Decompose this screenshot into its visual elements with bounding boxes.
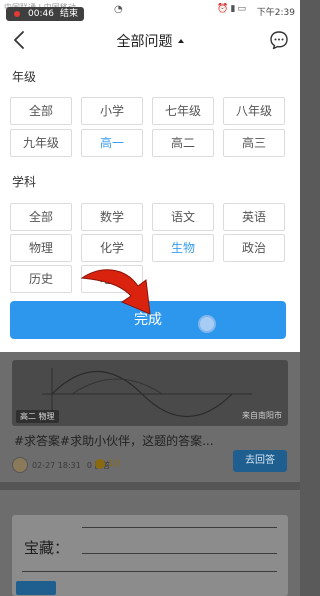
wifi-icon: ◔ <box>114 4 123 15</box>
grade-section-label: 年级 <box>12 70 37 84</box>
question-image-text: 宝藏： <box>24 539 70 557</box>
question-source: 来自南阳市 <box>242 411 282 420</box>
grade-option-grade9[interactable]: 九年级 <box>10 129 72 157</box>
page-title: 全部问题 <box>116 34 173 50</box>
question-title[interactable]: #求答案#求助小伙伴，这题的答案... <box>14 432 214 449</box>
grade-option-senior1[interactable]: 高一 <box>81 129 143 157</box>
grade-option-primary[interactable]: 小学 <box>81 97 143 125</box>
question-image[interactable]: 高二 物理 来自南阳市 <box>12 360 288 426</box>
ruled-line <box>22 571 277 572</box>
message-button[interactable] <box>268 29 290 51</box>
question-tag: 高二 物理 <box>16 410 59 423</box>
question-tag-2 <box>16 581 56 595</box>
recording-dot-icon <box>14 11 20 17</box>
subject-option-biology[interactable]: 生物 <box>152 234 214 262</box>
recording-timer: 00:46 <box>28 9 54 19</box>
status-bar: 中国联通 | 中国移动 00:46 结束 ◔ ⏰▮▭ 下午2:39 <box>0 0 300 22</box>
subject-option-chemistry[interactable]: 化学 <box>81 234 143 262</box>
question-feed: 高二 物理 来自南阳市 #求答案#求助小伙伴，这题的答案... 02-27 18… <box>0 352 300 596</box>
question-image-2[interactable]: 宝藏： <box>12 515 288 596</box>
subject-option-physics[interactable]: 物理 <box>10 234 72 262</box>
avatar[interactable] <box>12 457 28 473</box>
chat-bubble-icon <box>270 31 288 50</box>
alarm-icon: ⏰ <box>217 4 231 14</box>
divider <box>0 482 300 490</box>
subject-option-all[interactable]: 全部 <box>10 203 72 231</box>
ruled-line <box>82 553 277 554</box>
subject-section-label: 学科 <box>12 175 37 189</box>
coin-icon <box>95 459 105 469</box>
grade-option-all[interactable]: 全部 <box>10 97 72 125</box>
red-arrow-icon <box>80 269 151 315</box>
grade-option-senior3[interactable]: 高三 <box>223 129 285 157</box>
recording-end-button[interactable]: 结束 <box>60 7 78 21</box>
grade-option-grade8[interactable]: 八年级 <box>223 97 285 125</box>
grade-option-grade7[interactable]: 七年级 <box>152 97 214 125</box>
top-bar: 全部问题 <box>0 22 300 58</box>
question-filter-dropdown[interactable]: 全部问题 <box>0 31 300 51</box>
reward-value: 10 <box>108 459 120 469</box>
battery-icon: ▭ <box>237 4 248 14</box>
touch-indicator <box>198 315 216 333</box>
grade-option-senior2[interactable]: 高二 <box>152 129 214 157</box>
subject-option-chinese[interactable]: 语文 <box>152 203 214 231</box>
subject-option-politics[interactable]: 政治 <box>223 234 285 262</box>
status-icons: ⏰▮▭ <box>217 4 248 14</box>
caret-up-icon <box>177 39 184 43</box>
ruled-line <box>82 527 277 528</box>
clock: 下午2:39 <box>256 8 295 18</box>
question-date: 02-27 18:31 <box>32 461 81 470</box>
subject-option-math[interactable]: 数学 <box>81 203 143 231</box>
filter-panel: 全部问题 年级 全部 小学 七年级 八年级 九年级 高一 高二 高三 学科 全部… <box>0 22 300 352</box>
subject-option-history[interactable]: 历史 <box>10 265 72 293</box>
go-answer-button[interactable]: 去回答 <box>233 450 287 472</box>
screen-recording-pill[interactable]: 00:46 结束 <box>6 7 84 21</box>
subject-option-english[interactable]: 英语 <box>223 203 285 231</box>
